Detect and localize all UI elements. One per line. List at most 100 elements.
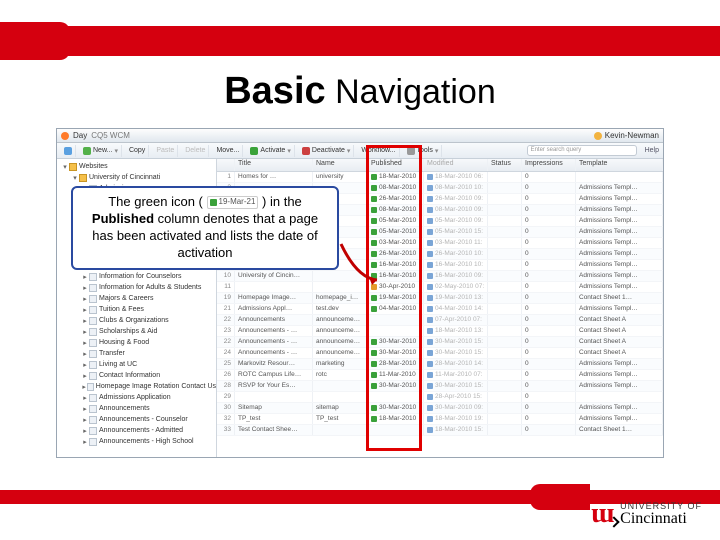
activate-button[interactable]: Activate▾ bbox=[247, 145, 294, 157]
blue-square-icon bbox=[427, 240, 433, 246]
tree-item[interactable]: ▸Announcements - Counselor bbox=[57, 414, 216, 425]
blue-square-icon bbox=[427, 218, 433, 224]
tree-item[interactable]: ▸Living at UC bbox=[57, 359, 216, 370]
blue-square-icon bbox=[427, 185, 433, 191]
table-row[interactable]: 10University of Cincin…16-Mar-201016-Mar… bbox=[217, 271, 663, 282]
green-square-icon bbox=[210, 199, 217, 206]
table-row[interactable]: 24Announcements - …announceme…30-Mar-201… bbox=[217, 348, 663, 359]
table-row[interactable]: 32TP_testTP_test18-Mar-201018-Mar-2010 1… bbox=[217, 414, 663, 425]
green-square-icon bbox=[371, 361, 377, 367]
header-notch bbox=[0, 22, 70, 60]
col-published[interactable]: Published bbox=[368, 159, 424, 171]
search-input[interactable]: Enter search query bbox=[527, 145, 637, 156]
green-square-icon bbox=[371, 196, 377, 202]
table-row[interactable]: 19Homepage Image…homepage_i…19-Mar-20101… bbox=[217, 293, 663, 304]
table-row[interactable]: 1Homes for …university18-Mar-201018-Mar-… bbox=[217, 172, 663, 183]
col-name[interactable]: Name bbox=[313, 159, 368, 171]
tree-item[interactable]: ▸Transfer bbox=[57, 348, 216, 359]
paste-button[interactable]: Paste bbox=[153, 145, 178, 157]
green-square-icon bbox=[371, 207, 377, 213]
tree-item[interactable]: ▸Tuition & Fees bbox=[57, 304, 216, 315]
table-row[interactable]: 21Admissions Appl…test.dev04-Mar-201004-… bbox=[217, 304, 663, 315]
blue-square-icon bbox=[427, 339, 433, 345]
tree-item[interactable]: ▸Information for Counselors bbox=[57, 271, 216, 282]
tree-site[interactable]: ▾University of Cincinnati bbox=[57, 172, 216, 183]
col-title[interactable]: Title bbox=[235, 159, 313, 171]
blue-square-icon bbox=[427, 295, 433, 301]
table-row[interactable]: 23Announcements - …announceme…18-Mar-201… bbox=[217, 326, 663, 337]
copy-button[interactable]: Copy bbox=[126, 145, 149, 157]
brand-label: Day bbox=[73, 131, 87, 140]
blue-square-icon bbox=[427, 251, 433, 257]
blue-square-icon bbox=[427, 262, 433, 268]
green-square-icon bbox=[371, 416, 377, 422]
refresh-button[interactable] bbox=[61, 145, 76, 157]
deactivate-button[interactable]: Deactivate▾ bbox=[299, 145, 355, 157]
callout-arrow-icon bbox=[337, 240, 387, 290]
tree-item[interactable]: ▸Admissions Application bbox=[57, 392, 216, 403]
tree-item[interactable]: ▸Announcements - Admitted bbox=[57, 425, 216, 436]
tree-item[interactable]: ▸Homepage Image Rotation Contact Us bbox=[57, 381, 216, 392]
tree-root[interactable]: ▾Websites bbox=[57, 161, 216, 172]
page-icon bbox=[89, 273, 97, 281]
blue-square-icon bbox=[427, 174, 433, 180]
green-square-icon bbox=[371, 383, 377, 389]
delete-button[interactable]: Delete bbox=[182, 145, 209, 157]
page-icon bbox=[87, 383, 94, 391]
inline-published-example: 19-Mar-21 bbox=[207, 196, 259, 208]
col-template[interactable]: Template bbox=[576, 159, 663, 171]
table-row[interactable]: 28RSVP for Your Es…30-Mar-201030-Mar-201… bbox=[217, 381, 663, 392]
folder-icon bbox=[79, 174, 87, 182]
blue-square-icon bbox=[427, 361, 433, 367]
blue-square-icon bbox=[427, 383, 433, 389]
uc-logo-mark-icon: ɯ bbox=[591, 498, 614, 530]
page-icon bbox=[89, 306, 97, 314]
table-row[interactable]: 26ROTC Campus Life…rotc11-Mar-201011-Mar… bbox=[217, 370, 663, 381]
green-square-icon bbox=[371, 174, 377, 180]
tools-button[interactable]: Tools▾ bbox=[404, 145, 443, 157]
col-status[interactable]: Status bbox=[488, 159, 522, 171]
tree-item[interactable]: ▸Scholarships & Aid bbox=[57, 326, 216, 337]
tree-item[interactable]: ▸Announcements - High School bbox=[57, 436, 216, 447]
col-number[interactable] bbox=[217, 159, 235, 171]
help-link[interactable]: Help bbox=[645, 147, 659, 154]
page-icon bbox=[89, 438, 97, 446]
tree-item[interactable]: ▸Majors & Careers bbox=[57, 293, 216, 304]
blue-square-icon bbox=[427, 372, 433, 378]
folder-icon bbox=[69, 163, 77, 171]
green-square-icon bbox=[371, 339, 377, 345]
green-square-icon bbox=[371, 405, 377, 411]
col-modified[interactable]: Modified bbox=[424, 159, 488, 171]
workflow-button[interactable]: Workflow... bbox=[358, 145, 399, 157]
table-row[interactable]: 22Announcements - …announceme…30-Mar-201… bbox=[217, 337, 663, 348]
table-row[interactable]: 22Announcementsannounceme…07-Apr-2010 07… bbox=[217, 315, 663, 326]
user-icon bbox=[594, 132, 602, 140]
col-impressions[interactable]: Impressions bbox=[522, 159, 576, 171]
table-row[interactable]: 33Test Contact Shee…18-Mar-2010 15:0Cont… bbox=[217, 425, 663, 436]
table-row[interactable]: 25Markovitz Resour…marketing28-Mar-20102… bbox=[217, 359, 663, 370]
page-icon bbox=[89, 416, 97, 424]
tree-item[interactable]: ▸Information for Adults & Students bbox=[57, 282, 216, 293]
tree-item[interactable]: ▸Contact Information bbox=[57, 370, 216, 381]
grid-header[interactable]: Title Name Published Modified Status Imp… bbox=[217, 159, 663, 172]
new-icon bbox=[83, 147, 91, 155]
blue-square-icon bbox=[427, 306, 433, 312]
tree-item[interactable]: ▸Housing & Food bbox=[57, 337, 216, 348]
table-row[interactable]: 1130-Apr-201002-May-2010 07:0Admissions … bbox=[217, 282, 663, 293]
page-icon bbox=[89, 284, 97, 292]
blue-square-icon bbox=[427, 427, 433, 433]
blue-square-icon bbox=[427, 394, 433, 400]
table-row[interactable]: 2928-Apr-2010 15:0 bbox=[217, 392, 663, 403]
cq5-window: Day CQ5 WCM Kevin-Newman New...▾ Copy Pa… bbox=[56, 128, 664, 458]
green-square-icon bbox=[371, 372, 377, 378]
new-button[interactable]: New...▾ bbox=[80, 145, 122, 157]
tree-item[interactable]: ▸Clubs & Organizations bbox=[57, 315, 216, 326]
green-square-icon bbox=[371, 350, 377, 356]
product-label: CQ5 WCM bbox=[91, 131, 130, 140]
table-row[interactable]: 30Sitemapsitemap30-Mar-201030-Mar-2010 0… bbox=[217, 403, 663, 414]
user-name[interactable]: Kevin-Newman bbox=[605, 131, 659, 140]
tree-item[interactable]: ▸Announcements bbox=[57, 403, 216, 414]
slide-title: Basic Navigation bbox=[0, 70, 720, 113]
blue-square-icon bbox=[427, 229, 433, 235]
move-button[interactable]: Move... bbox=[213, 145, 243, 157]
